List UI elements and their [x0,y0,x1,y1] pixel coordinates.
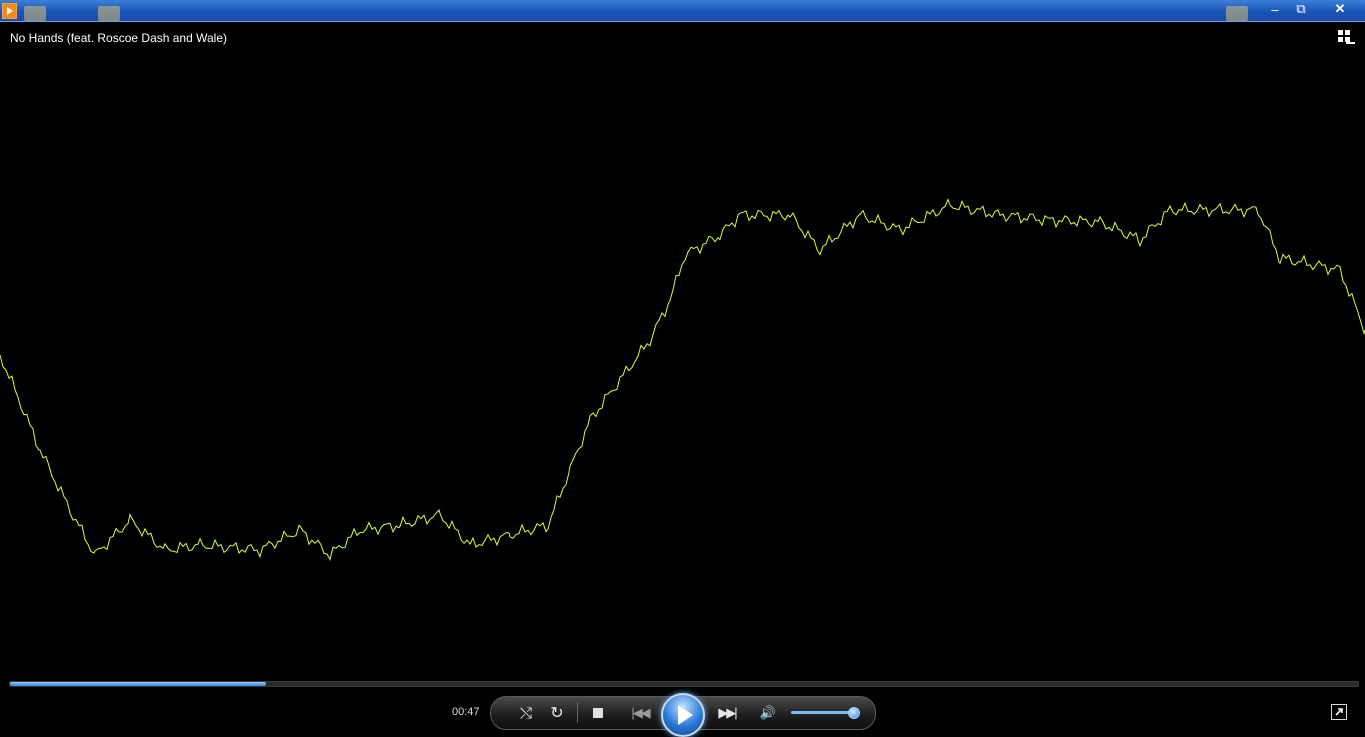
now-playing-title: No Hands (feat. Roscoe Dash and Wale) [10,31,227,45]
speaker-icon: 🔊 [759,705,777,720]
fullscreen-button[interactable] [1331,704,1347,720]
repeat-button[interactable]: ↻ [544,697,570,729]
volume-slider-thumb[interactable] [848,707,860,719]
repeat-icon: ↻ [550,705,564,722]
controls-divider [577,703,578,723]
next-icon: ▶▶| [718,705,737,720]
fullscreen-icon [1335,708,1343,716]
waveform-line [0,198,1365,561]
volume-level [791,711,851,714]
audio-visualization [0,198,1365,561]
previous-icon: |◀◀ [631,705,650,720]
next-button[interactable]: ▶▶| [707,697,747,729]
stop-button[interactable] [585,697,611,729]
play-button[interactable] [661,693,705,737]
shuffle-icon: ⤭ [519,704,532,722]
seek-progress [10,682,267,686]
seek-bar[interactable] [9,681,1359,687]
switch-to-library-button[interactable] [1337,29,1355,47]
play-icon [678,705,693,725]
shuffle-button[interactable]: ⤭ [513,697,539,729]
playback-controls: ⤭ ↻ |◀◀ ▶▶| 🔊 [490,693,876,737]
mute-button[interactable]: 🔊 [757,697,779,729]
stop-icon [593,708,603,718]
previous-button[interactable]: |◀◀ [619,697,661,729]
switch-to-library-icon [1338,30,1355,44]
elapsed-time: 00:47 [452,706,480,718]
